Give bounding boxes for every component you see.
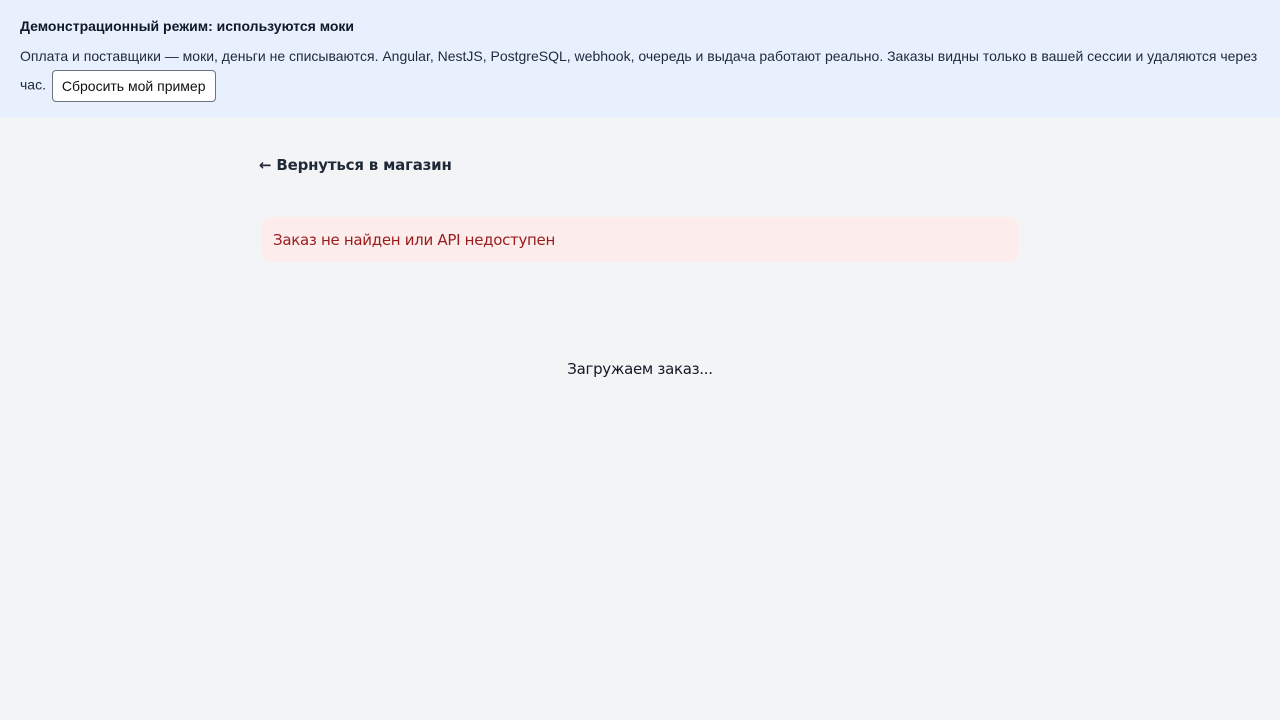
loading-status: Загружаем заказ... (567, 360, 713, 378)
back-to-shop-link[interactable]: ← Вернуться в магазин (259, 156, 452, 174)
error-message: Заказ не найден или API недоступен (273, 230, 555, 249)
demo-banner: Демонстрационный режим: используются мок… (0, 0, 1280, 118)
reset-example-button[interactable]: Сбросить мой пример (51, 70, 216, 102)
demo-banner-text: Оплата и поставщики — моки, деньги не сп… (20, 43, 1265, 102)
error-alert: Заказ не найден или API недоступен (261, 217, 1019, 262)
demo-banner-title: Демонстрационный режим: используются мок… (20, 18, 355, 34)
